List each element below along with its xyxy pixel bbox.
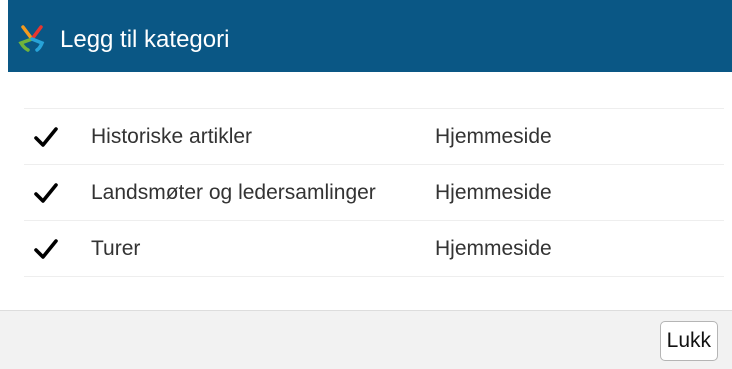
- dialog-footer: Lukk: [0, 310, 732, 369]
- close-button[interactable]: Lukk: [659, 321, 718, 361]
- category-site: Hjemmeside: [435, 237, 552, 260]
- checkmark-icon: [34, 183, 58, 203]
- checkmark-icon: [34, 239, 58, 259]
- star-logo-icon: [18, 25, 45, 52]
- category-row[interactable]: Landsmøter og ledersamlinger Hjemmeside: [24, 165, 724, 221]
- category-site: Hjemmeside: [435, 181, 552, 204]
- checkmark-icon: [34, 127, 58, 147]
- category-row[interactable]: Turer Hjemmeside: [24, 221, 724, 277]
- category-name: Landsmøter og ledersamlinger: [91, 181, 376, 204]
- dialog-header: Legg til kategori: [8, 0, 732, 72]
- category-name: Turer: [91, 237, 141, 260]
- add-category-dialog: Legg til kategori Historiske artikler Hj…: [0, 0, 732, 369]
- dialog-title: Legg til kategori: [60, 26, 230, 53]
- category-name: Historiske artikler: [91, 125, 253, 148]
- category-site: Hjemmeside: [435, 125, 552, 148]
- category-list: Historiske artikler Hjemmeside Landsmøte…: [24, 108, 724, 277]
- category-row[interactable]: Historiske artikler Hjemmeside: [24, 109, 724, 165]
